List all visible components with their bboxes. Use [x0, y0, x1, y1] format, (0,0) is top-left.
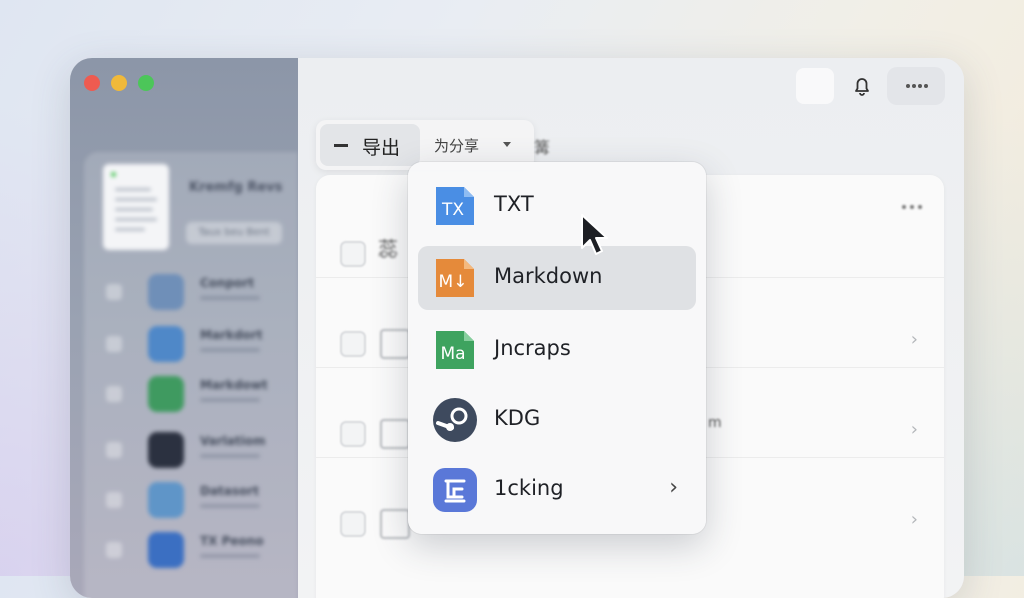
- checkbox[interactable]: [106, 336, 122, 352]
- sidebar-item-label: Datasort: [200, 484, 259, 498]
- file-icon: [380, 419, 410, 449]
- export-button[interactable]: 导出: [320, 124, 420, 166]
- folder-icon: [148, 274, 184, 310]
- menu-item-label: KDG: [494, 406, 541, 430]
- menu-item-txt[interactable]: TX TXT: [418, 174, 696, 238]
- toolbar-button[interactable]: [796, 68, 834, 104]
- menu-item-linking[interactable]: 1cking ›: [418, 458, 696, 522]
- sidebar-item[interactable]: TX Peono: [106, 530, 298, 570]
- file-icon: [380, 509, 410, 539]
- checkbox[interactable]: [340, 421, 366, 447]
- chevron-right-icon: ›: [669, 475, 678, 500]
- sidebar-item[interactable]: Datasort: [106, 480, 298, 520]
- toolbar-extra-label: 篝: [534, 138, 551, 157]
- sidebar-item-label: Varlatiom: [200, 434, 266, 448]
- menu-item-spreadsheet[interactable]: Ma Jncraps: [418, 318, 696, 382]
- sidebar-item-label: TX Peono: [200, 534, 264, 548]
- sidebar-item[interactable]: Varlatiom: [106, 430, 298, 470]
- checkbox[interactable]: [106, 284, 122, 300]
- chevron-right-icon[interactable]: ›: [911, 509, 918, 530]
- svg-text:TX: TX: [441, 200, 464, 220]
- steam-icon: [432, 397, 478, 443]
- document-thumbnail[interactable]: [103, 164, 169, 250]
- sidebar-item-label: Markdowt: [200, 378, 268, 392]
- svg-text:M↓: M↓: [439, 272, 468, 292]
- share-dropdown[interactable]: 为分享: [434, 135, 479, 156]
- chevron-right-icon[interactable]: ›: [911, 419, 918, 440]
- spreadsheet-icon: [148, 376, 184, 412]
- markdown-file-icon: M↓: [432, 255, 478, 301]
- menu-item-markdown[interactable]: M↓ Markdown: [418, 246, 696, 310]
- sidebar-item[interactable]: Markdowt: [106, 374, 298, 414]
- close-window-button[interactable]: [84, 75, 100, 91]
- export-format-menu: TX TXT M↓ Markdown Ma Jncraps KDG 1cking…: [408, 162, 706, 534]
- minimize-window-button[interactable]: [111, 75, 127, 91]
- sidebar-item[interactable]: Markdort: [106, 324, 298, 364]
- row-text: 蕊: [378, 237, 398, 261]
- linking-icon: [432, 467, 478, 513]
- row-text: m: [708, 415, 722, 431]
- checkbox[interactable]: [106, 492, 122, 508]
- caret-down-icon: [503, 142, 511, 147]
- checkbox[interactable]: [340, 511, 366, 537]
- menu-item-label: Markdown: [494, 264, 603, 288]
- menu-item-label: Jncraps: [494, 336, 571, 360]
- checkbox[interactable]: [340, 331, 366, 357]
- sidebar-item[interactable]: Conport: [106, 272, 298, 312]
- sidebar-panel: Kremfg Revs Taux beu Bent Conport Markdo…: [84, 152, 298, 598]
- more-options-icon[interactable]: [887, 67, 945, 105]
- checkbox[interactable]: [106, 542, 122, 558]
- sidebar: Kremfg Revs Taux beu Bent Conport Markdo…: [70, 58, 298, 598]
- checkbox[interactable]: [106, 442, 122, 458]
- minus-icon: [334, 144, 348, 147]
- app-icon: [148, 432, 184, 468]
- cloud-icon: [148, 482, 184, 518]
- menu-item-label: TXT: [494, 192, 534, 216]
- mouse-cursor-icon: [581, 214, 608, 255]
- markdown-icon: [148, 326, 184, 362]
- menu-item-kdg[interactable]: KDG: [418, 388, 696, 452]
- menu-item-label: 1cking: [494, 476, 564, 500]
- document-title: Kremfg Revs: [189, 180, 283, 195]
- zoom-window-button[interactable]: [138, 75, 154, 91]
- chevron-right-icon[interactable]: ›: [911, 329, 918, 350]
- sidebar-item-label: Conport: [200, 276, 255, 290]
- file-icon: [380, 329, 410, 359]
- bell-icon[interactable]: [846, 70, 878, 102]
- spreadsheet-file-icon: Ma: [432, 327, 478, 373]
- txt-file-icon: TX: [432, 183, 478, 229]
- export-label: 导出: [362, 137, 401, 159]
- chrome-icon: [148, 532, 184, 568]
- sidebar-item-label: Markdort: [200, 328, 263, 342]
- checkbox[interactable]: [340, 241, 366, 267]
- svg-text:Ma: Ma: [440, 344, 465, 364]
- document-tag[interactable]: Taux beu Bent: [186, 222, 282, 244]
- checkbox[interactable]: [106, 386, 122, 402]
